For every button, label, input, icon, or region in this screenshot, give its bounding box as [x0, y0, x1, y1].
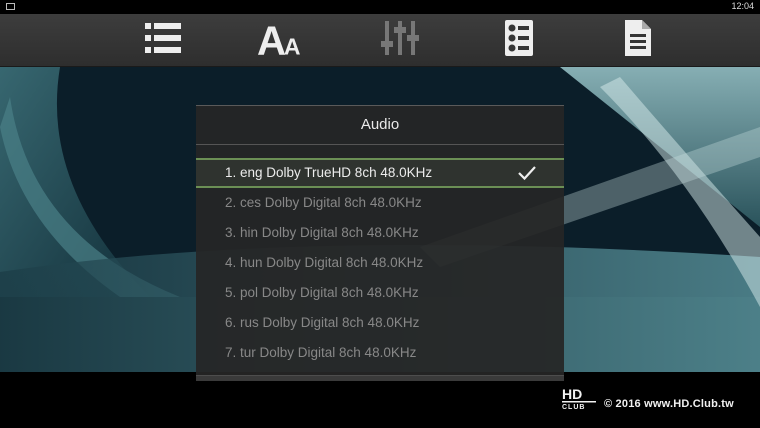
audio-track-item[interactable]: 6. rus Dolby Digital 8ch 48.0KHz — [196, 308, 564, 338]
dialog-title: Audio — [196, 106, 564, 145]
svg-text:A: A — [284, 33, 301, 57]
chapters-button[interactable] — [495, 16, 543, 60]
player-toolbar: A A — [0, 14, 760, 67]
document-icon — [625, 20, 651, 56]
audio-track-item[interactable]: 4. hun Dolby Digital 8ch 48.0KHz — [196, 248, 564, 278]
watermark: HD CLUB © 2016 www.HD.Club.tw — [560, 386, 760, 416]
subtitle-font-button[interactable]: A A — [257, 16, 305, 60]
audio-settings-button[interactable] — [376, 16, 424, 60]
watermark-text: © 2016 www.HD.Club.tw — [604, 398, 734, 410]
checkmark-icon — [518, 166, 536, 181]
status-bar: 12:04 — [0, 0, 760, 14]
audio-track-label: 6. rus Dolby Digital 8ch 48.0KHz — [225, 315, 420, 330]
audio-track-label: 5. pol Dolby Digital 8ch 48.0KHz — [225, 285, 419, 300]
svg-text:CLUB: CLUB — [562, 404, 585, 410]
audio-track-item[interactable]: 5. pol Dolby Digital 8ch 48.0KHz — [196, 278, 564, 308]
audio-track-label: 4. hun Dolby Digital 8ch 48.0KHz — [225, 255, 424, 270]
audio-track-item[interactable]: 7. tur Dolby Digital 8ch 48.0KHz — [196, 338, 564, 368]
numbered-list-icon — [505, 20, 533, 56]
audio-track-label: 7. tur Dolby Digital 8ch 48.0KHz — [225, 345, 417, 360]
screenshot-icon — [6, 3, 15, 10]
audio-track-label: 3. hin Dolby Digital 8ch 48.0KHz — [225, 225, 419, 240]
audio-track-list: 1. eng Dolby TrueHD 8ch 48.0KHz 2. ces D… — [196, 158, 564, 368]
list-icon — [145, 23, 181, 53]
svg-text:A: A — [257, 19, 286, 57]
audio-track-item[interactable]: 3. hin Dolby Digital 8ch 48.0KHz — [196, 218, 564, 248]
audio-track-label: 2. ces Dolby Digital 8ch 48.0KHz — [225, 195, 422, 210]
hdclub-logo: HD CLUB — [562, 386, 596, 410]
playlist-button[interactable] — [139, 16, 187, 60]
info-button[interactable] — [614, 16, 662, 60]
svg-text:HD: HD — [562, 386, 582, 402]
status-time: 12:04 — [731, 1, 754, 11]
audio-track-dialog: Audio 1. eng Dolby TrueHD 8ch 48.0KHz 2.… — [196, 105, 564, 381]
dialog-footer-bar — [196, 375, 564, 381]
audio-track-item[interactable]: 2. ces Dolby Digital 8ch 48.0KHz — [196, 188, 564, 218]
audio-track-item[interactable]: 1. eng Dolby TrueHD 8ch 48.0KHz — [196, 158, 564, 188]
audio-track-label: 1. eng Dolby TrueHD 8ch 48.0KHz — [225, 165, 433, 180]
subtitle-font-icon: A A — [257, 19, 301, 57]
equalizer-icon — [381, 21, 419, 55]
